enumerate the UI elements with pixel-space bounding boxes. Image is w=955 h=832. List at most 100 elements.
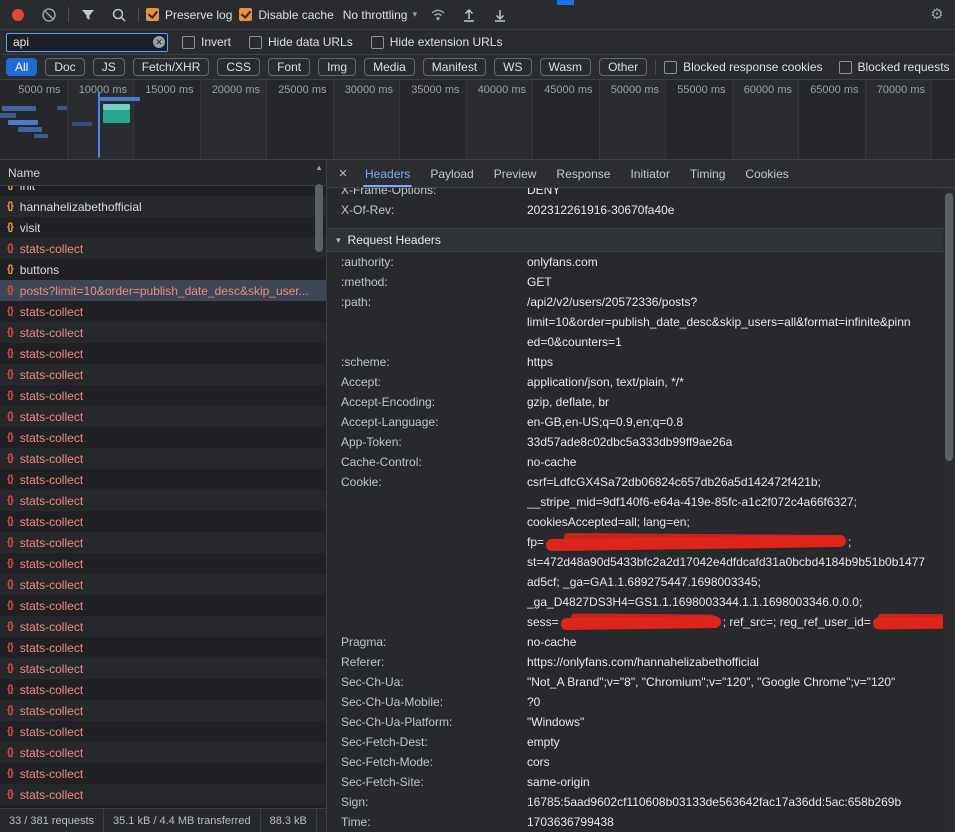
header-row: Sign:16785:5aad9602cf110608b03133de56364… [327,792,943,812]
disable-cache-checkbox[interactable] [239,8,252,21]
preserve-log-option[interactable]: Preserve log [146,8,232,22]
request-row[interactable]: {}stats-collect [0,553,326,574]
request-row[interactable]: {}stats-collect [0,637,326,658]
request-row[interactable]: {}stats-collect [0,700,326,721]
request-row[interactable]: {}stats-collect [0,406,326,427]
tab-cookies[interactable]: Cookies [735,160,798,187]
filter-pill-img[interactable]: Img [318,58,356,76]
tab-response[interactable]: Response [546,160,620,187]
request-headers-rows: :authority:onlyfans.com:method:GET:path:… [327,252,943,832]
name-column-header[interactable]: Name [0,160,326,186]
header-value-line: empty [527,732,943,752]
scroll-up-icon[interactable]: ▲ [313,162,325,174]
filter-option-hide-data-urls[interactable]: Hide data URLs [249,35,353,49]
requests-scrollbar[interactable]: ▲ [313,162,325,806]
request-row[interactable]: {}stats-collect [0,616,326,637]
disable-cache-option[interactable]: Disable cache [239,8,333,22]
throttling-select[interactable]: No throttling ▾ [341,8,419,22]
request-row[interactable]: {}stats-collect [0,448,326,469]
network-conditions-button[interactable] [426,4,450,26]
request-row[interactable]: {}stats-collect [0,721,326,742]
request-row[interactable]: {}hannahelizabethofficial [0,196,326,217]
redaction-scribble [873,616,943,629]
filter-pill-js[interactable]: JS [93,58,125,76]
header-value-text: ?0 [527,695,540,709]
filter-pill-fetch-xhr[interactable]: Fetch/XHR [133,58,210,76]
tab-preview[interactable]: Preview [484,160,547,187]
close-details-button[interactable]: × [331,160,355,187]
details-scrollbar[interactable] [943,188,955,832]
filter-pill-css[interactable]: CSS [217,58,260,76]
request-row[interactable]: {}stats-collect [0,658,326,679]
request-row[interactable]: {}buttons [0,259,326,280]
settings-button[interactable]: ⚙ [925,4,949,26]
request-name: stats-collect [20,473,83,487]
filter-option-blocked-requests[interactable]: Blocked requests [839,60,950,74]
request-row[interactable]: {}stats-collect [0,532,326,553]
request-row[interactable]: {}posts?limit=10&order=publish_date_desc… [0,280,326,301]
search-button[interactable] [107,4,131,26]
header-value: empty [527,732,943,752]
checkbox-label: Blocked response cookies [683,60,822,74]
network-activity-bar [2,106,36,111]
network-overview-timeline[interactable]: 5000 ms10000 ms15000 ms20000 ms25000 ms3… [0,80,955,160]
filter-toggle-button[interactable] [76,4,100,26]
request-row[interactable]: {}stats-collect [0,742,326,763]
request-row[interactable]: {}init [0,186,326,196]
request-row[interactable]: {}stats-collect [0,679,326,700]
invert-checkbox[interactable] [182,36,195,49]
blocked-requests-checkbox[interactable] [839,61,852,74]
header-value-line: 33d57ade8c02dbc5a333db99ff9ae26a [527,432,943,452]
request-row[interactable]: {}stats-collect [0,469,326,490]
export-har-button[interactable] [488,4,512,26]
request-row[interactable]: {}stats-collect [0,511,326,532]
request-row[interactable]: {}stats-collect [0,238,326,259]
fetch-xhr-icon: {} [7,537,13,548]
filter-pill-all[interactable]: All [6,58,37,76]
hide-data-urls-checkbox[interactable] [249,36,262,49]
filter-pill-ws[interactable]: WS [494,58,531,76]
request-row[interactable]: {}stats-collect [0,427,326,448]
filter-pill-wasm[interactable]: Wasm [540,58,592,76]
filter-pill-other[interactable]: Other [599,58,647,76]
filter-pill-doc[interactable]: Doc [45,58,84,76]
blocked-response-cookies-checkbox[interactable] [664,61,677,74]
header-value-line: no-cache [527,632,943,652]
request-row[interactable]: {}stats-collect [0,784,326,805]
tab-initiator[interactable]: Initiator [620,160,679,187]
request-row[interactable]: {}stats-collect [0,574,326,595]
scrollbar-thumb[interactable] [945,193,953,461]
clear-filter-icon[interactable]: ✕ [153,36,165,48]
filter-option-blocked-response-cookies[interactable]: Blocked response cookies [664,60,822,74]
network-activity-bar [0,113,16,118]
tab-timing[interactable]: Timing [680,160,736,187]
header-value: same-origin [527,772,943,792]
request-row[interactable]: {}stats-collect [0,595,326,616]
preserve-log-checkbox[interactable] [146,8,159,21]
clear-button[interactable] [37,4,61,26]
filter-input[interactable] [6,33,168,52]
request-row[interactable]: {}visit [0,217,326,238]
tab-headers[interactable]: Headers [355,160,420,187]
request-row[interactable]: {}stats-collect [0,322,326,343]
record-button[interactable] [6,4,30,26]
clear-icon [41,7,57,23]
request-row[interactable]: {}stats-collect [0,763,326,784]
filter-pill-media[interactable]: Media [364,58,415,76]
hide-extension-urls-checkbox[interactable] [371,36,384,49]
filter-pill-manifest[interactable]: Manifest [423,58,486,76]
request-row[interactable]: {}stats-collect [0,343,326,364]
request-row[interactable]: {}stats-collect [0,364,326,385]
network-toolbar: Preserve log Disable cache No throttling… [0,0,955,30]
tab-payload[interactable]: Payload [420,160,483,187]
request-row[interactable]: {}stats-collect [0,490,326,511]
filter-option-invert[interactable]: Invert [182,35,231,49]
request-row[interactable]: {}stats-collect [0,385,326,406]
import-har-button[interactable] [457,4,481,26]
filter-pill-font[interactable]: Font [268,58,310,76]
request-headers-section[interactable]: ▾ Request Headers [327,228,943,252]
redaction-scribble [561,616,721,630]
filter-option-hide-extension-urls[interactable]: Hide extension URLs [371,35,503,49]
request-row[interactable]: {}stats-collect [0,301,326,322]
scrollbar-thumb[interactable] [315,184,323,252]
